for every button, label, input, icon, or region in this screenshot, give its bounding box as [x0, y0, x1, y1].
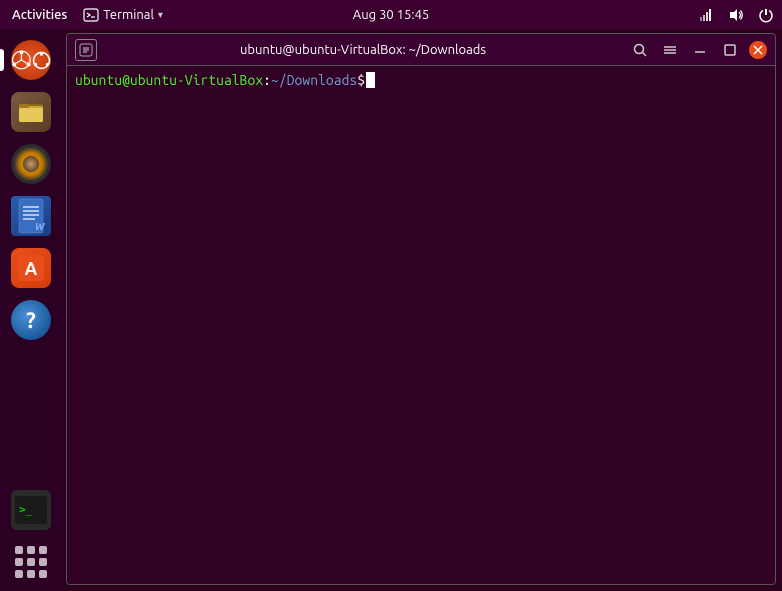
close-button[interactable]: [749, 41, 767, 59]
minimize-button[interactable]: [689, 39, 711, 61]
menu-button[interactable]: [659, 39, 681, 61]
dock-item-help[interactable]: ?: [8, 297, 54, 343]
grid-dot: [15, 546, 23, 554]
terminal-content[interactable]: ubuntu@ubuntu-VirtualBox : ~/Downloads $: [67, 66, 775, 584]
power-icon[interactable]: [758, 7, 774, 23]
dock-item-terminal[interactable]: >_: [8, 487, 54, 533]
terminal-menu-label: Terminal: [103, 8, 154, 22]
top-bar: Activities Terminal ▾ Aug 30 15:45: [0, 0, 782, 29]
activities-button[interactable]: Activities: [8, 6, 71, 24]
terminal-menu[interactable]: Terminal ▾: [83, 7, 163, 23]
grid-dot: [27, 546, 35, 554]
grid-dot: [39, 570, 47, 578]
datetime-display: Aug 30 15:45: [353, 8, 430, 22]
svg-text:W: W: [35, 221, 46, 232]
top-bar-left: Activities Terminal ▾: [8, 6, 163, 24]
top-bar-right: [698, 7, 774, 23]
terminal-title: ubuntu@ubuntu-VirtualBox: ~/Downloads: [240, 43, 486, 57]
search-button[interactable]: [629, 39, 651, 61]
terminal-titlebar: ubuntu@ubuntu-VirtualBox: ~/Downloads: [67, 34, 775, 66]
prompt-user-host: ubuntu@ubuntu-VirtualBox: [75, 72, 263, 88]
appstore-icon: A: [11, 248, 51, 288]
network-icon[interactable]: [698, 7, 714, 23]
dock-item-appgrid[interactable]: [8, 539, 54, 585]
grid-dot: [27, 558, 35, 566]
main-layout: W A ? >_: [0, 29, 782, 591]
terminal-dock-icon: >_: [11, 490, 51, 530]
dock-item-writer[interactable]: W: [8, 193, 54, 239]
prompt-directory: ~/Downloads: [271, 72, 357, 88]
top-bar-center: Aug 30 15:45: [353, 8, 430, 22]
writer-icon: W: [11, 196, 51, 236]
grid-dot: [15, 558, 23, 566]
rhythmbox-icon: [11, 144, 51, 184]
svg-text:A: A: [25, 259, 38, 279]
dock: W A ? >_: [0, 29, 62, 591]
terminal-window: ubuntu@ubuntu-VirtualBox: ~/Downloads: [66, 33, 776, 585]
terminal-cursor: [366, 72, 375, 88]
grid-dot: [39, 558, 47, 566]
apps-grid-icon: [11, 542, 51, 582]
grid-dot: [27, 570, 35, 578]
maximize-button[interactable]: [719, 39, 741, 61]
svg-text:>_: >_: [19, 503, 33, 516]
prompt-colon: :: [263, 72, 271, 88]
terminal-prompt: ubuntu@ubuntu-VirtualBox : ~/Downloads $: [75, 72, 767, 88]
help-icon: ?: [11, 300, 51, 340]
terminal-menu-icon: [83, 7, 99, 23]
dock-item-ubuntu[interactable]: [8, 37, 54, 83]
prompt-dollar: $: [357, 72, 365, 88]
grid-dot: [39, 546, 47, 554]
new-tab-button[interactable]: [75, 39, 97, 61]
titlebar-left: [75, 39, 97, 61]
titlebar-actions: [629, 39, 767, 61]
grid-dots: [15, 546, 47, 578]
grid-dot: [15, 570, 23, 578]
terminal-menu-arrow: ▾: [158, 9, 163, 21]
dock-item-software[interactable]: A: [8, 245, 54, 291]
ubuntu-logo-icon: [11, 40, 51, 80]
rhythmbox-inner: [23, 156, 39, 172]
dock-item-files[interactable]: [8, 89, 54, 135]
files-icon: [11, 92, 51, 132]
dock-item-rhythmbox[interactable]: [8, 141, 54, 187]
volume-icon[interactable]: [728, 7, 744, 23]
